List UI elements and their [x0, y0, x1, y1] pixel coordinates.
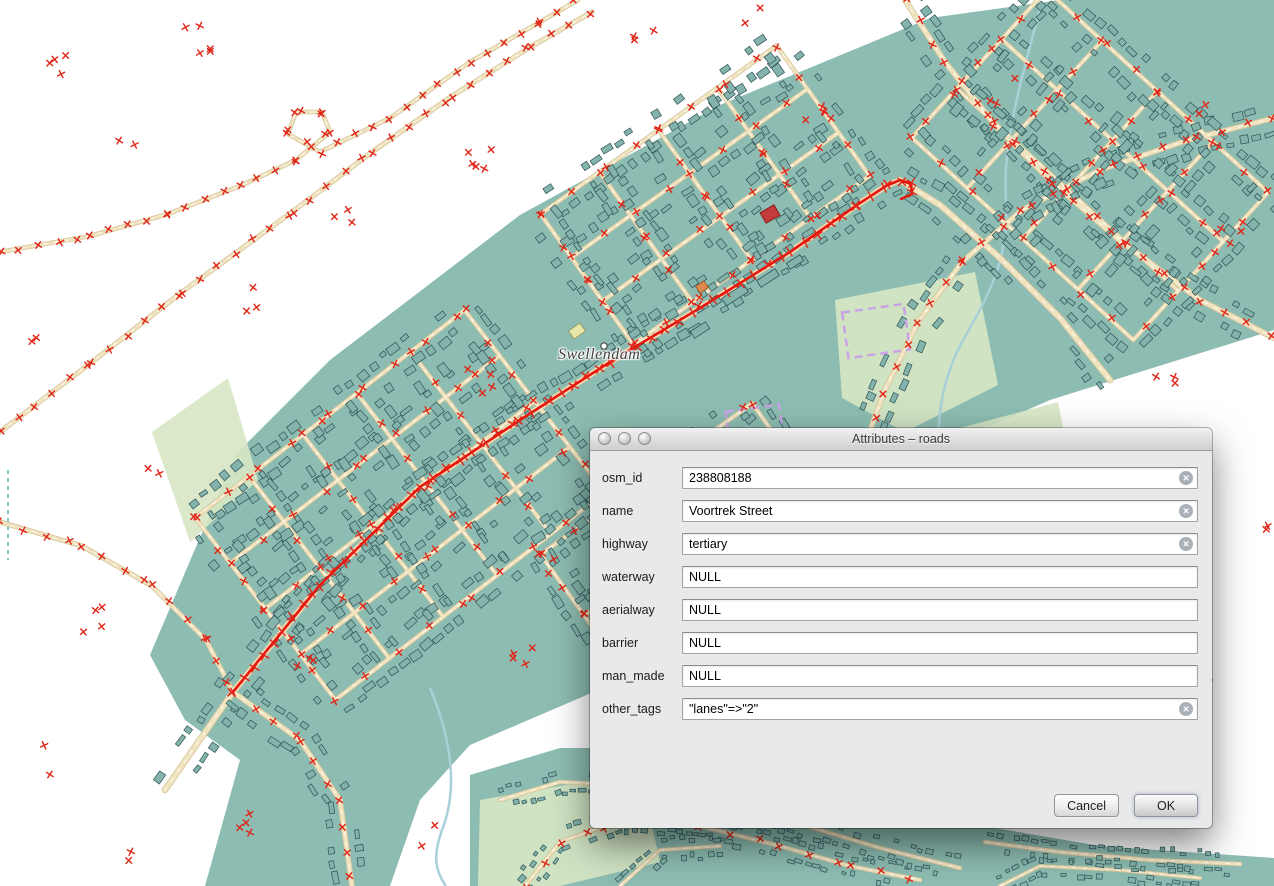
osm-id-input[interactable] [682, 467, 1198, 489]
field-label-other-tags: other_tags [602, 702, 682, 716]
other-tags-input[interactable] [682, 698, 1198, 720]
field-row: man_made [602, 665, 1198, 687]
barrier-input[interactable] [682, 632, 1198, 654]
field-row: barrier [602, 632, 1198, 654]
close-button[interactable] [598, 432, 611, 445]
clear-icon[interactable]: ✕ [1179, 537, 1193, 551]
minimize-button[interactable] [618, 432, 631, 445]
field-label-barrier: barrier [602, 636, 682, 650]
field-row: aerialway [602, 599, 1198, 621]
dialog-titlebar[interactable]: Attributes – roads [590, 428, 1212, 451]
clear-icon[interactable]: ✕ [1179, 504, 1193, 518]
cancel-button[interactable]: Cancel [1054, 794, 1119, 817]
field-label-waterway: waterway [602, 570, 682, 584]
dialog-title: Attributes – roads [852, 432, 950, 446]
attributes-form: osm_id ✕ name ✕ highway ✕ waterway [590, 451, 1212, 720]
highway-input[interactable] [682, 533, 1198, 555]
ok-button[interactable]: OK [1134, 794, 1198, 817]
zoom-button[interactable] [638, 432, 651, 445]
dialog-buttons: Cancel OK [1054, 794, 1198, 817]
field-row: name ✕ [602, 500, 1198, 522]
field-row: waterway [602, 566, 1198, 588]
man-made-input[interactable] [682, 665, 1198, 687]
clear-icon[interactable]: ✕ [1179, 702, 1193, 716]
field-row: highway ✕ [602, 533, 1198, 555]
place-label: Swellendam [558, 346, 640, 364]
waterway-input[interactable] [682, 566, 1198, 588]
name-input[interactable] [682, 500, 1198, 522]
field-label-name: name [602, 504, 682, 518]
field-label-aerialway: aerialway [602, 603, 682, 617]
window-controls [598, 432, 651, 445]
attributes-dialog: Attributes – roads osm_id ✕ name ✕ highw… [590, 428, 1212, 828]
field-label-osm-id: osm_id [602, 471, 682, 485]
field-label-highway: highway [602, 537, 682, 551]
field-row: osm_id ✕ [602, 467, 1198, 489]
field-label-man-made: man_made [602, 669, 682, 683]
aerialway-input[interactable] [682, 599, 1198, 621]
clear-icon[interactable]: ✕ [1179, 471, 1193, 485]
field-row: other_tags ✕ [602, 698, 1198, 720]
